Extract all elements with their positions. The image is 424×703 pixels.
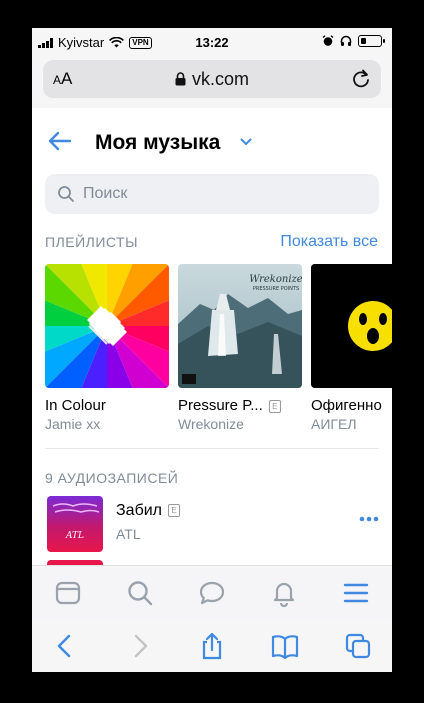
- chevron-down-icon[interactable]: [240, 138, 252, 146]
- playlist-name: Офигенно: [311, 397, 382, 414]
- browser-toolbar: [32, 620, 392, 672]
- section-divider: [45, 448, 379, 449]
- tracks-heading: 9 АУДИОЗАПИСЕЙ: [45, 470, 179, 486]
- playlist-cover-in-colour: [45, 264, 169, 388]
- search-icon[interactable]: [126, 579, 154, 607]
- pressure-points-artwork: Wrekonize PRESSURE POINTS: [178, 264, 302, 388]
- battery-icon: [358, 35, 385, 47]
- alarm-icon: [322, 35, 334, 46]
- playlists-heading: ПЛЕЙЛИСТЫ: [45, 234, 138, 250]
- bell-icon[interactable]: [270, 579, 298, 607]
- tabs-icon[interactable]: [344, 632, 372, 660]
- playlist-artist: Jamie xx: [45, 416, 101, 432]
- playlist-artist: Wrekonize: [178, 416, 244, 432]
- shocked-emoji-artwork: [311, 264, 392, 388]
- url-text: vk.com: [191, 69, 249, 89]
- lock-icon: [175, 72, 186, 86]
- bookmarks-icon[interactable]: [271, 632, 299, 660]
- playlist-cover-ofigenno: [311, 264, 392, 388]
- track-title: Забил E: [116, 502, 180, 520]
- headphones-icon: [340, 35, 352, 46]
- home-icon[interactable]: [54, 579, 82, 607]
- page-title[interactable]: Моя музыка: [95, 131, 220, 155]
- playlist-card[interactable]: Wrekonize PRESSURE POINTS Pressure P... E…: [178, 264, 302, 432]
- status-right: [322, 35, 385, 47]
- search-icon: [58, 186, 74, 202]
- browser-address-area: AA vk.com: [32, 56, 392, 108]
- back-arrow-icon[interactable]: [48, 131, 72, 151]
- menu-icon[interactable]: [342, 579, 370, 607]
- playlist-name: Pressure P... E: [178, 397, 302, 414]
- playlist-cover-pressure-points: Wrekonize PRESSURE POINTS: [178, 264, 302, 388]
- track-artist: ATL: [116, 526, 141, 542]
- playlist-card[interactable]: In Colour Jamie xx: [45, 264, 169, 432]
- forward-icon[interactable]: [126, 632, 154, 660]
- share-icon[interactable]: [198, 632, 226, 660]
- show-all-link[interactable]: Показать все: [280, 233, 378, 251]
- address-bar[interactable]: AA vk.com: [43, 60, 381, 98]
- explicit-badge: E: [268, 399, 281, 413]
- playlist-name: In Colour: [45, 397, 106, 414]
- track-cover-artwork: ATL: [47, 496, 103, 552]
- search-placeholder: Поиск: [83, 185, 128, 202]
- explicit-badge: E: [168, 504, 180, 518]
- playlist-artist: АИГЕЛ: [311, 416, 357, 432]
- search-input[interactable]: Поиск: [45, 174, 379, 214]
- track-title-text: Забил: [116, 502, 162, 519]
- url-display[interactable]: vk.com: [43, 69, 381, 90]
- page-header: Моя музыка: [32, 126, 392, 158]
- phone-screen: Kyivstar VPN 13:22 AA vk.com Моя музыка: [32, 28, 392, 672]
- more-options-icon[interactable]: [359, 516, 379, 522]
- track-row[interactable]: ATL Забил E ATL: [45, 496, 379, 552]
- playlist-name-text: Pressure P...: [178, 397, 263, 414]
- svg-text:PRESSURE POINTS: PRESSURE POINTS: [253, 286, 299, 292]
- svg-text:ATL: ATL: [65, 531, 84, 541]
- status-bar: Kyivstar VPN 13:22: [32, 28, 392, 56]
- messages-icon[interactable]: [198, 579, 226, 607]
- back-icon[interactable]: [51, 632, 79, 660]
- reload-icon[interactable]: [351, 68, 371, 90]
- playlist-card[interactable]: Офигенно АИГЕЛ: [311, 264, 392, 432]
- app-tab-bar: [32, 565, 392, 620]
- in-colour-artwork: [45, 264, 169, 388]
- svg-text:Wrekonize: Wrekonize: [249, 274, 302, 285]
- track-cover: ATL: [47, 496, 103, 552]
